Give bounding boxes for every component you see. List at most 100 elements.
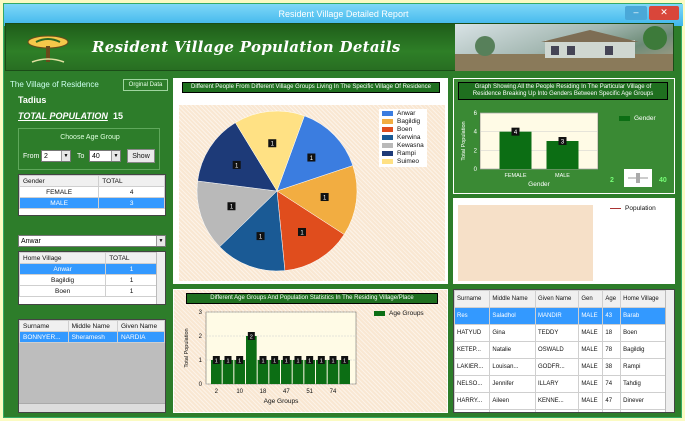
table-cell[interactable]: 18 bbox=[602, 324, 622, 342]
column-header[interactable]: Middle Name bbox=[67, 320, 118, 332]
table-cell[interactable]: KETEP... bbox=[454, 341, 491, 359]
table-row[interactable]: HARRY... Aileen KENNE... MALE 47 Dinever bbox=[454, 392, 667, 410]
table-cell[interactable]: HATYUD bbox=[454, 324, 491, 342]
table-cell[interactable]: 6 bbox=[602, 409, 622, 412]
table-cell[interactable]: LAKIER... bbox=[454, 358, 491, 376]
table-cell[interactable]: 1 bbox=[105, 285, 158, 297]
table-cell[interactable]: MALE bbox=[578, 392, 604, 410]
table-cell[interactable]: Rampi bbox=[620, 358, 667, 376]
table-row[interactable]: Boen 1 bbox=[19, 285, 158, 297]
table-cell[interactable]: 78 bbox=[602, 341, 622, 359]
table-cell[interactable]: MALE bbox=[19, 197, 100, 209]
table-cell[interactable]: Dinever bbox=[620, 392, 667, 410]
population-plot-area bbox=[458, 205, 593, 281]
horizontal-scrollbar[interactable] bbox=[19, 403, 165, 412]
table-cell[interactable]: TEDDY bbox=[534, 324, 580, 342]
table-cell[interactable]: MALE bbox=[578, 375, 604, 393]
column-header[interactable]: Surname bbox=[454, 290, 491, 308]
table-cell[interactable]: 4 bbox=[98, 186, 165, 198]
table-cell[interactable]: Bagildig bbox=[620, 409, 667, 412]
gender-table[interactable]: Gender TOTAL FEMALE 4 MALE 3 bbox=[18, 174, 166, 216]
table-row[interactable]: LAKIER... Louisan... GODFR... MALE 38 Rampi bbox=[454, 358, 667, 376]
column-header[interactable]: Middle Name bbox=[489, 290, 536, 308]
table-cell[interactable]: Sheramesh bbox=[67, 331, 118, 343]
table-cell[interactable]: Gina bbox=[489, 324, 536, 342]
window-title: Resident Village Detailed Report bbox=[278, 9, 409, 19]
residents-table[interactable]: Surname Middle Name Given Name Gen Age H… bbox=[453, 289, 675, 413]
table-cell[interactable]: MALE bbox=[578, 409, 604, 412]
village-combo[interactable]: Anwar ▼ bbox=[18, 235, 166, 247]
data-label: 2 bbox=[250, 335, 253, 341]
column-header[interactable]: Age bbox=[602, 290, 622, 308]
home-village-table[interactable]: Home Village TOTAL Anwar 1 Bagildig 1 Boen 1 bbox=[18, 251, 166, 305]
table-cell[interactable]: 38 bbox=[602, 358, 622, 376]
table-cell[interactable]: 47 bbox=[602, 392, 622, 410]
table-cell[interactable]: 43 bbox=[602, 307, 622, 325]
table-cell[interactable]: MALE bbox=[578, 324, 604, 342]
table-cell[interactable]: Res bbox=[454, 307, 491, 325]
table-cell[interactable]: Bagildig bbox=[620, 341, 667, 359]
column-header[interactable]: Home Village bbox=[19, 252, 107, 264]
original-data-button[interactable]: Orginal Data bbox=[123, 79, 168, 91]
table-row[interactable]: FEMALE 4 bbox=[19, 186, 165, 198]
table-cell[interactable]: Anwar bbox=[19, 263, 107, 275]
column-header[interactable]: Surname bbox=[19, 320, 69, 332]
table-cell[interactable]: FEMALE bbox=[19, 186, 100, 198]
table-row[interactable]: Anwar 1 bbox=[19, 263, 158, 275]
table-row[interactable]: NELSO... Jennifer ILLARY MALE 74 Tahdig bbox=[454, 375, 667, 393]
names-table[interactable]: Surname Middle Name Given Name BONNYER... S… bbox=[18, 319, 166, 413]
vertical-scrollbar[interactable] bbox=[665, 290, 674, 412]
data-label: 1 bbox=[331, 359, 334, 365]
data-label: 1 bbox=[320, 359, 323, 365]
table-cell[interactable]: Saladhol bbox=[489, 307, 536, 325]
minimize-button[interactable]: – bbox=[625, 6, 647, 20]
vertical-scrollbar[interactable] bbox=[156, 252, 165, 304]
column-header[interactable]: Home Village bbox=[620, 290, 667, 308]
table-cell[interactable]: Louisan... bbox=[489, 358, 536, 376]
column-header[interactable]: Given Name bbox=[116, 320, 165, 332]
table-cell[interactable]: 1 bbox=[105, 274, 158, 286]
column-header[interactable]: Given Name bbox=[534, 290, 580, 308]
table-cell[interactable]: Barab bbox=[620, 307, 667, 325]
table-cell[interactable]: HARRY... bbox=[454, 392, 491, 410]
table-cell[interactable]: MALE bbox=[578, 307, 604, 325]
column-header[interactable]: TOTAL bbox=[105, 252, 158, 264]
table-row[interactable]: Bagildig 1 bbox=[19, 274, 158, 286]
table-cell[interactable]: Boen bbox=[19, 285, 107, 297]
table-row[interactable]: BONNYER... Sheramesh NARDIA bbox=[19, 331, 165, 343]
table-cell[interactable]: 1 bbox=[105, 263, 158, 275]
table-row[interactable]: Res Saladhol MANDIR MALE 43 Barab bbox=[454, 307, 667, 325]
column-header[interactable]: Gen bbox=[578, 290, 604, 308]
to-select[interactable]: 40 ▼ bbox=[89, 150, 121, 162]
table-row[interactable]: MALE 3 bbox=[19, 197, 165, 209]
table-cell[interactable]: BONNYER... bbox=[19, 331, 69, 343]
table-cell[interactable]: NELSO... bbox=[454, 375, 491, 393]
table-cell[interactable]: Natalie bbox=[489, 341, 536, 359]
table-row[interactable]: KETEP... Natalie OSWALD MALE 78 Bagildig bbox=[454, 341, 667, 359]
table-cell[interactable]: Tahdig bbox=[620, 375, 667, 393]
table-cell[interactable]: Boen bbox=[620, 324, 667, 342]
from-select[interactable]: 2 ▼ bbox=[41, 150, 71, 162]
column-header[interactable]: Gender bbox=[19, 175, 100, 187]
table-cell[interactable]: IPUKS... bbox=[454, 409, 491, 412]
table-cell[interactable]: NARDIA bbox=[116, 331, 165, 343]
table-cell[interactable]: Bagildig bbox=[19, 274, 107, 286]
show-button[interactable]: Show bbox=[127, 149, 155, 163]
table-cell[interactable]: 3 bbox=[98, 197, 165, 209]
table-cell[interactable]: KENNE... bbox=[534, 392, 580, 410]
table-cell[interactable]: Charles bbox=[489, 409, 536, 412]
column-header[interactable]: TOTAL bbox=[98, 175, 165, 187]
table-cell[interactable]: OBE bbox=[534, 409, 580, 412]
table-row[interactable]: IPUKS...CharlesOBEMALE6Bagildig bbox=[454, 409, 667, 412]
table-cell[interactable]: OSWALD bbox=[534, 341, 580, 359]
close-button[interactable]: ✕ bbox=[649, 6, 679, 20]
table-cell[interactable]: Jennifer bbox=[489, 375, 536, 393]
table-cell[interactable]: Aileen bbox=[489, 392, 536, 410]
table-cell[interactable]: ILLARY bbox=[534, 375, 580, 393]
table-row[interactable]: HATYUD Gina TEDDY MALE 18 Boen bbox=[454, 324, 667, 342]
table-cell[interactable]: 74 bbox=[602, 375, 622, 393]
table-cell[interactable]: MANDIR bbox=[534, 307, 580, 325]
table-cell[interactable]: MALE bbox=[578, 341, 604, 359]
table-cell[interactable]: GODFR... bbox=[534, 358, 580, 376]
table-cell[interactable]: MALE bbox=[578, 358, 604, 376]
